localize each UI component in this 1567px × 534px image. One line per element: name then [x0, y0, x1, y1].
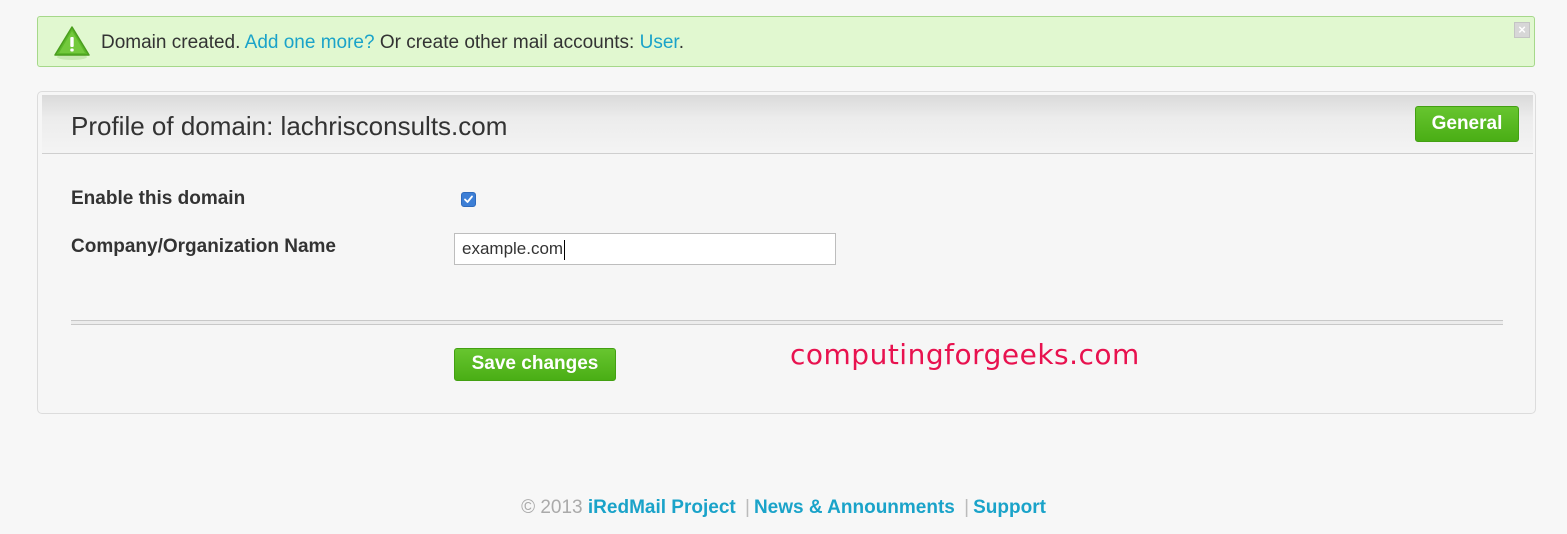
checkmark-icon: [464, 195, 473, 203]
enable-domain-label: Enable this domain: [71, 188, 246, 209]
save-changes-button[interactable]: Save changes: [454, 348, 616, 381]
watermark-text: computingforgeeks.com: [790, 338, 1140, 371]
iredmail-project-link[interactable]: iRedMail Project: [588, 497, 736, 518]
footer-separator: |: [745, 497, 750, 518]
company-name-value: example.com: [462, 239, 564, 258]
success-notice: Domain created. Add one more? Or create …: [37, 16, 1535, 67]
page-title: Profile of domain: lachrisconsults.com: [71, 111, 508, 141]
company-name-label: Company/Organization Name: [71, 236, 336, 257]
notice-message: Domain created. Add one more? Or create …: [101, 32, 684, 54]
notice-text-before: Domain created.: [101, 32, 241, 53]
form-divider: [71, 320, 1503, 325]
notice-text-after: .: [678, 32, 684, 53]
support-link[interactable]: Support: [973, 497, 1046, 518]
add-one-more-link[interactable]: Add one more?: [245, 32, 375, 53]
footer: © 2013 iRedMail Project | News & Announme…: [0, 497, 1567, 519]
news-announcements-link[interactable]: News & Announments: [754, 497, 955, 518]
user-link[interactable]: User: [640, 32, 679, 53]
text-caret: [564, 239, 566, 260]
footer-separator: |: [964, 497, 970, 518]
enable-domain-checkbox[interactable]: [461, 192, 476, 207]
warning-icon: [53, 25, 91, 61]
copyright-text: © 2013: [521, 497, 583, 518]
tab-general[interactable]: General: [1415, 106, 1519, 142]
company-name-input[interactable]: example.com: [454, 233, 836, 265]
notice-text-middle: Or create other mail accounts:: [379, 32, 635, 53]
close-icon[interactable]: ×: [1514, 22, 1530, 38]
panel-header: Profile of domain: lachrisconsults.com G…: [42, 95, 1533, 154]
domain-profile-panel: Profile of domain: lachrisconsults.com G…: [37, 91, 1536, 414]
